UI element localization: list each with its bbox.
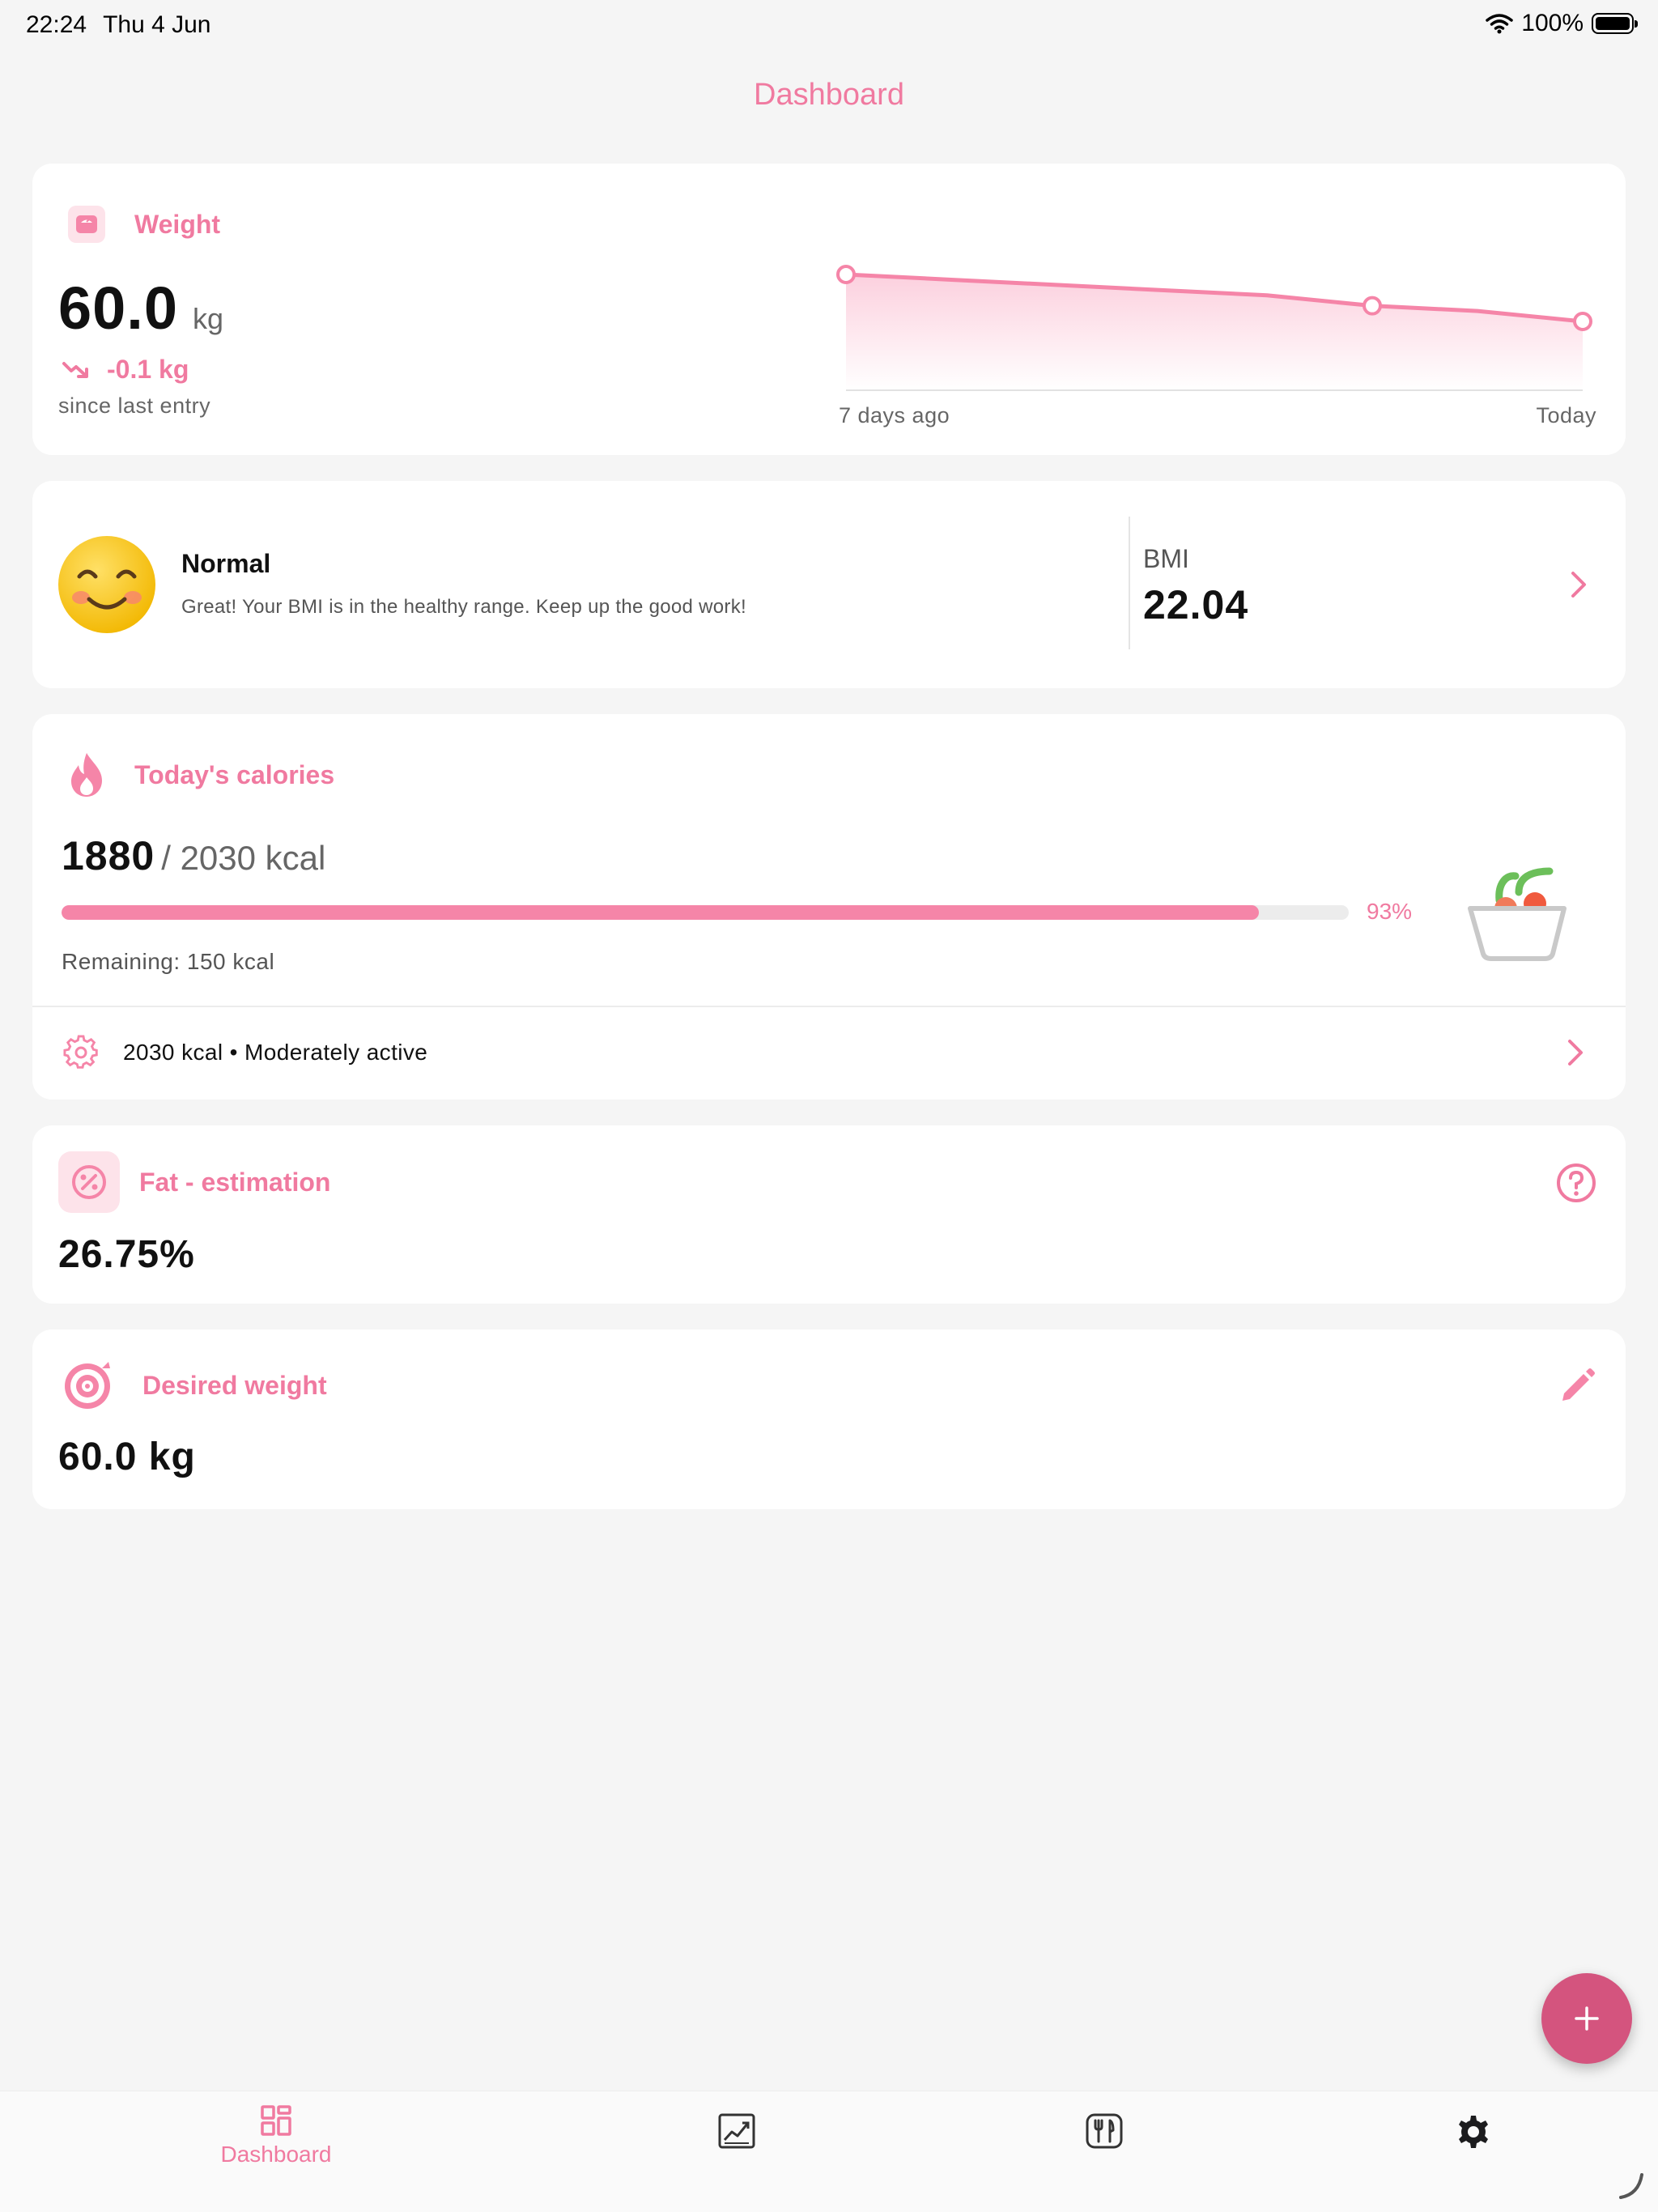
wifi-icon (1486, 14, 1514, 34)
page-title: Dashboard (754, 78, 904, 112)
bmi-message: Great! Your BMI is in the healthy range.… (181, 596, 746, 618)
battery-percent: 100% (1521, 10, 1584, 36)
tab-settings[interactable] (1409, 2114, 1538, 2150)
calorie-goal-settings[interactable]: 2030 kcal • Moderately active (123, 1040, 427, 1066)
status-right: 100% (1486, 10, 1638, 37)
tab-bar: Dashboard (0, 2091, 1658, 2212)
bmi-value: 22.04 (1143, 582, 1249, 627)
meals-icon (1086, 2113, 1123, 2149)
weight-delta-note: since last entry (58, 393, 211, 418)
calories-goal: / 2030 kcal (161, 839, 326, 877)
calories-progress-bar (62, 905, 1349, 920)
desired-value: 60.0 kg (58, 1436, 196, 1478)
gear-icon (63, 1035, 98, 1069)
weight-delta: -0.1 kg (62, 355, 189, 385)
calories-progress-fill (62, 905, 1259, 920)
calories-header: Today's calories (68, 751, 334, 798)
salad-bowl-icon (1468, 867, 1567, 961)
tab-dashboard[interactable]: Dashboard (211, 2104, 341, 2167)
flame-icon (71, 753, 102, 797)
weight-card[interactable]: Weight 60.0 kg -0.1 kg since last entry … (32, 164, 1626, 455)
chart-start-label: 7 days ago (839, 403, 950, 428)
bmi-status: Normal (181, 549, 271, 578)
target-icon (65, 1362, 110, 1409)
weight-label: Weight (134, 209, 221, 239)
weight-header: Weight (68, 206, 220, 243)
help-icon[interactable] (1556, 1163, 1596, 1203)
home-indicator (1619, 2173, 1643, 2199)
desired-label: Desired weight (142, 1370, 327, 1400)
chart-end-label: Today (1536, 403, 1596, 428)
scale-icon (68, 206, 105, 243)
bmi-label: BMI (1143, 544, 1189, 573)
tab-progress[interactable] (672, 2112, 801, 2150)
weight-point[interactable] (1573, 312, 1592, 331)
fat-header: Fat - estimation (58, 1151, 330, 1213)
percent-icon (58, 1151, 120, 1213)
add-entry-button[interactable] (1541, 1973, 1632, 2064)
weight-value: 60.0 (58, 274, 179, 342)
calories-card[interactable]: Today's calories 1880 / 2030 kcal 93% Re… (32, 714, 1626, 1100)
weight-delta-value: -0.1 kg (107, 355, 189, 384)
smiling-face-icon (58, 536, 155, 633)
fat-label: Fat - estimation (139, 1167, 331, 1197)
chevron-right-icon[interactable] (1566, 1038, 1585, 1067)
desired-weight-card[interactable]: Desired weight 60.0 kg (32, 1329, 1626, 1509)
dashboard-icon (261, 2105, 291, 2136)
calories-remaining: Remaining: 150 kcal (62, 949, 275, 974)
calories-label: Today's calories (134, 759, 335, 789)
desired-header: Desired weight (62, 1359, 327, 1412)
calories-percent: 93% (1367, 899, 1413, 924)
bmi-card[interactable]: Normal Great! Your BMI is in the healthy… (32, 481, 1626, 688)
weight-trend-chart (836, 265, 1592, 391)
status-time-text: 22:24 (26, 11, 87, 38)
tab-meals[interactable] (1039, 2112, 1169, 2150)
weight-point[interactable] (836, 265, 856, 284)
weight-unit: kg (193, 302, 224, 335)
bmi-divider (1129, 517, 1130, 649)
plus-icon (1575, 2006, 1599, 2031)
status-time: 22:24 Thu 4 Jun (26, 11, 211, 39)
battery-icon (1592, 13, 1638, 34)
fat-estimation-card[interactable]: Fat - estimation 26.75% (32, 1125, 1626, 1304)
trend-down-icon (62, 361, 88, 378)
calories-consumed: 1880 (62, 833, 155, 878)
status-bar: 22:24 Thu 4 Jun 100% (0, 0, 1658, 52)
fat-value: 26.75% (58, 1233, 195, 1276)
edit-pencil-icon[interactable] (1559, 1367, 1596, 1404)
calories-divider (32, 1006, 1626, 1007)
weight-point[interactable] (1363, 296, 1382, 316)
status-date: Thu 4 Jun (103, 11, 211, 38)
chevron-right-icon[interactable] (1569, 570, 1588, 599)
calories-value-row: 1880 / 2030 kcal (62, 832, 325, 879)
tab-dashboard-label: Dashboard (220, 2142, 332, 2167)
weight-value-row: 60.0 kg (58, 274, 223, 342)
chart-icon (718, 2113, 755, 2149)
gear-icon (1459, 2116, 1488, 2148)
